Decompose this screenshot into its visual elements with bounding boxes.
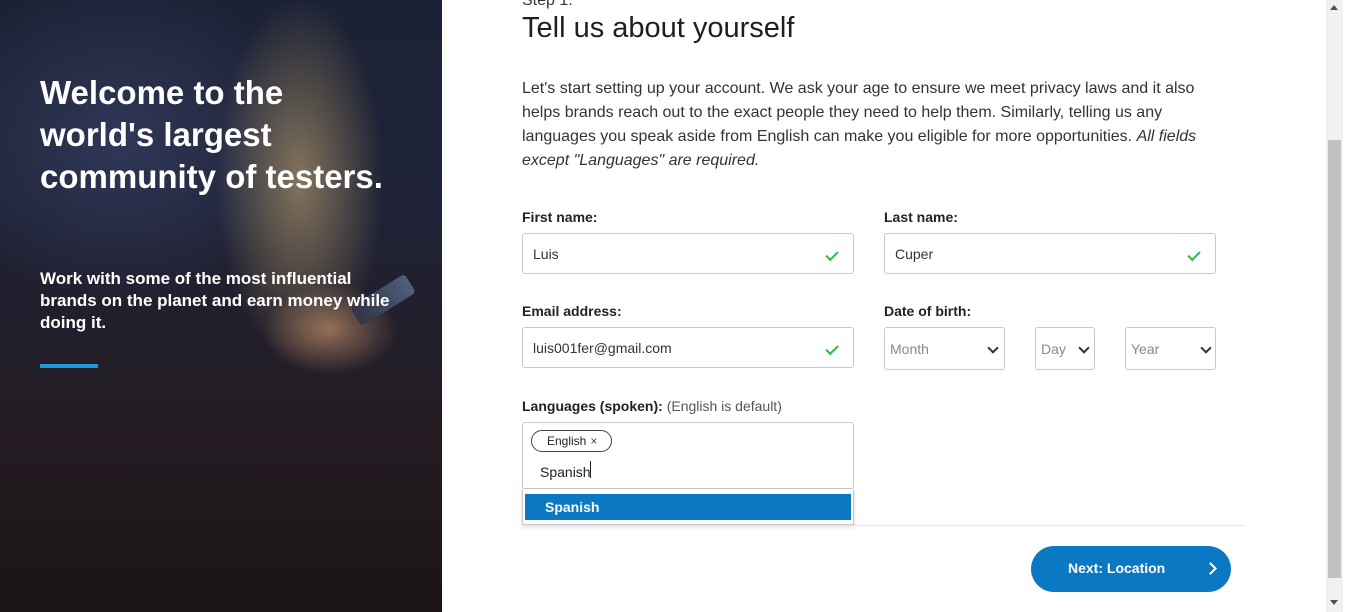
page-scrollbar[interactable]: [1326, 0, 1343, 612]
hero-accent-bar: [40, 364, 98, 368]
first-name-label: First name:: [522, 209, 598, 225]
close-icon[interactable]: ×: [590, 434, 597, 448]
last-name-label: Last name:: [884, 209, 958, 225]
hero-title: Welcome to the world's largest community…: [40, 74, 383, 195]
hero-panel: Welcome to the world's largest community…: [0, 0, 442, 612]
next-location-button[interactable]: Next: Location: [1031, 546, 1231, 592]
languages-search-input[interactable]: [540, 462, 740, 482]
first-name-field[interactable]: [522, 233, 854, 274]
chevron-down-icon: [987, 342, 999, 354]
languages-note: (English is default): [666, 398, 782, 414]
form-divider: [522, 525, 1246, 526]
dob-day-value: Day: [1041, 341, 1066, 357]
page-title: Tell us about yourself: [522, 12, 795, 44]
scroll-up-arrow-icon[interactable]: [1330, 5, 1338, 10]
hero-subtitle: Work with some of the most influential b…: [40, 269, 390, 332]
last-name-field[interactable]: [884, 233, 1216, 274]
dob-label: Date of birth:: [884, 303, 972, 319]
text-caret: [590, 461, 591, 478]
intro-body: Let's start setting up your account. We …: [522, 80, 1195, 145]
dob-year-value: Year: [1131, 341, 1160, 357]
scroll-thumb[interactable]: [1328, 140, 1341, 578]
chevron-down-icon: [1200, 342, 1212, 354]
languages-multiselect[interactable]: English ×: [522, 422, 854, 489]
dob-month-value: Month: [890, 341, 929, 357]
chevron-right-icon: [1204, 562, 1217, 575]
chevron-down-icon: [1078, 342, 1090, 354]
email-label: Email address:: [522, 303, 622, 319]
languages-label: Languages (spoken): (English is default): [522, 398, 782, 414]
dob-day-select[interactable]: Day: [1035, 327, 1095, 370]
dob-year-select[interactable]: Year: [1125, 327, 1216, 370]
intro-text: Let's start setting up your account. We …: [522, 77, 1222, 173]
scroll-down-arrow-icon[interactable]: [1330, 600, 1338, 605]
language-tag-english: English ×: [531, 430, 613, 452]
languages-label-text: Languages (spoken):: [522, 398, 663, 414]
language-tag-label: English: [547, 434, 587, 448]
dob-month-select[interactable]: Month: [884, 327, 1005, 370]
email-field[interactable]: [522, 327, 854, 368]
language-option-spanish[interactable]: Spanish: [525, 494, 851, 520]
next-button-label: Next: Location: [1068, 560, 1166, 576]
languages-suggestion-dropdown: Spanish: [522, 489, 854, 525]
step-label: Step 1:: [522, 0, 573, 9]
